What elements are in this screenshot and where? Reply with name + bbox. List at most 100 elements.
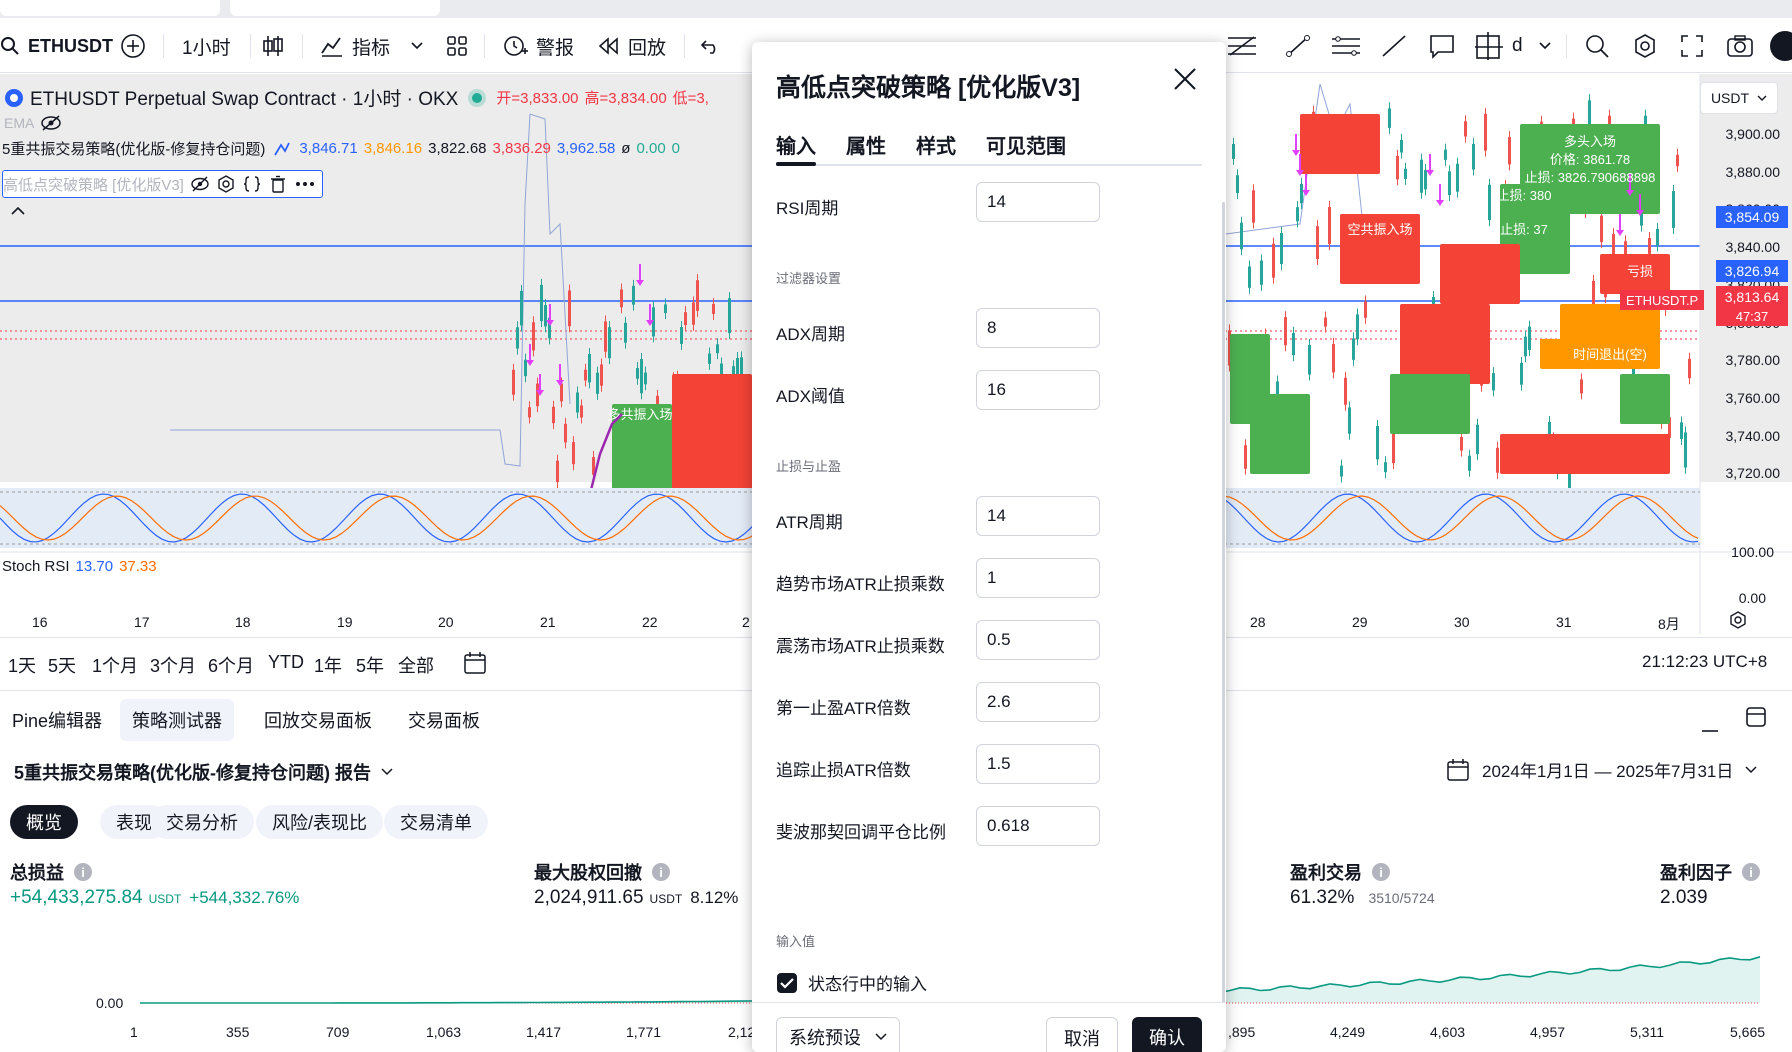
tab-inputs[interactable]: 输入	[776, 130, 816, 159]
templates-dropdown[interactable]	[410, 20, 424, 72]
field-input[interactable]: 0.618	[976, 806, 1100, 846]
rewind-icon	[598, 37, 618, 55]
trend-line-icon	[1286, 35, 1310, 57]
panel-tab-1[interactable]: 策略测试器	[120, 699, 234, 741]
field-input[interactable]: 1.5	[976, 744, 1100, 784]
price-badge: 3,813.64	[1716, 286, 1788, 308]
equity-x-tick: 355	[226, 1024, 250, 1040]
field-input[interactable]: 14	[976, 496, 1100, 536]
range-0[interactable]: 1天	[8, 652, 36, 678]
maximize-icon[interactable]	[1744, 705, 1768, 729]
indicator-name: 高低点突破策略 [优化版V3]	[3, 176, 184, 194]
tab-properties[interactable]: 属性	[846, 130, 886, 159]
field-input[interactable]: 8	[976, 308, 1100, 348]
eye-hidden-icon[interactable]	[40, 114, 62, 132]
preset-dropdown[interactable]: 系统预设	[776, 1017, 900, 1052]
report-title[interactable]: 5重共振交易策略(优化版-修复持仓问题) 报告	[14, 759, 393, 785]
range-7[interactable]: 5年	[356, 652, 384, 678]
field-input[interactable]: 0.5	[976, 620, 1100, 660]
equity-x-tick: 1,771	[626, 1024, 662, 1040]
interval-button[interactable]: 1小时	[182, 20, 231, 72]
range-4[interactable]: 6个月	[208, 652, 254, 678]
tab-style[interactable]: 样式	[916, 130, 956, 159]
more-icon[interactable]	[294, 174, 316, 194]
browser-tab[interactable]	[0, 0, 220, 16]
date-range-picker[interactable]: 2024年1月1日 — 2025年7月31日	[1446, 757, 1757, 782]
alarm-clock-icon	[504, 36, 528, 56]
range-3[interactable]: 3个月	[150, 652, 196, 678]
alert-label: 警报	[536, 37, 575, 59]
indicators-button[interactable]: 指标	[320, 20, 390, 72]
ray-tool[interactable]	[1380, 20, 1408, 72]
ok-button[interactable]: 确认	[1132, 1017, 1202, 1052]
settings-icon[interactable]	[216, 174, 236, 194]
info-icon[interactable]: i	[1372, 863, 1390, 881]
status-line-inputs-checkbox[interactable]: 状态行中的输入	[776, 970, 927, 995]
fullscreen-button[interactable]	[1680, 20, 1704, 72]
field-input[interactable]: 14	[976, 182, 1100, 222]
chip-0[interactable]: 概览	[10, 805, 78, 839]
panel-tab-3[interactable]: 交易面板	[396, 699, 492, 741]
trendline-tool[interactable]	[1284, 20, 1312, 72]
range-2[interactable]: 1个月	[92, 652, 138, 678]
stat-number: 2.039	[1660, 887, 1708, 908]
tab-visibility[interactable]: 可见范围	[986, 130, 1066, 159]
eye-hidden-icon[interactable]	[190, 175, 210, 193]
channel-tool[interactable]	[1330, 20, 1362, 72]
layouts-button[interactable]	[446, 20, 468, 72]
close-button[interactable]	[1168, 64, 1202, 98]
minimize-icon[interactable]	[1700, 715, 1720, 735]
chip-2[interactable]: 交易分析	[150, 805, 254, 839]
exchange-logo-icon	[5, 88, 23, 107]
chip-4[interactable]: 交易清单	[384, 805, 488, 839]
screenshot-button[interactable]	[1726, 20, 1754, 72]
go-to-date-icon[interactable]	[462, 650, 488, 676]
indicator-legend-selected[interactable]: 高低点突破策略 [优化版V3]	[2, 170, 323, 198]
field-input[interactable]: 1	[976, 558, 1100, 598]
measure-tool[interactable]: d	[1474, 20, 1523, 72]
field-input[interactable]: 2.6	[976, 682, 1100, 722]
stat-value-0: +54,433,275.84 USDT +544,332.76%	[10, 887, 299, 909]
info-icon[interactable]: i	[1742, 863, 1760, 881]
quick-search-button[interactable]	[1584, 20, 1610, 72]
compare-button[interactable]	[120, 20, 146, 72]
stoch-rsi-label: Stoch RSI	[2, 558, 70, 575]
symbol-search[interactable]: ETHUSDT	[0, 20, 113, 72]
collapse-legend-icon[interactable]	[10, 206, 26, 216]
time-tick: 28	[1250, 614, 1266, 630]
stoch-lower-tick: 0.00	[1738, 590, 1766, 606]
trash-icon[interactable]	[268, 174, 288, 194]
undo-button[interactable]	[700, 20, 722, 72]
range-5[interactable]: YTD	[268, 652, 304, 673]
field-label: 第一止盈ATR倍数	[776, 699, 911, 718]
field-input[interactable]: 16	[976, 370, 1100, 410]
range-1[interactable]: 5天	[48, 652, 76, 678]
cancel-button[interactable]: 取消	[1046, 1017, 1118, 1052]
info-icon[interactable]: i	[652, 863, 670, 881]
currency-selector[interactable]: USDT	[1700, 82, 1778, 114]
fib-icon[interactable]	[1226, 33, 1258, 59]
replay-button[interactable]: 回放	[598, 20, 666, 72]
chart-type-button[interactable]	[262, 20, 284, 72]
panel-tab-2[interactable]: 回放交易面板	[252, 699, 384, 741]
settings-button[interactable]	[1632, 20, 1658, 72]
utc-clock[interactable]: 21:12:23 UTC+8	[1642, 652, 1767, 672]
panel-tab-0[interactable]: Pine编辑器	[0, 699, 114, 741]
chip-3[interactable]: 风险/表现比	[256, 805, 384, 839]
info-icon[interactable]: i	[74, 863, 92, 881]
source-code-icon[interactable]	[242, 174, 262, 194]
browser-tab[interactable]	[230, 0, 440, 16]
note-tool[interactable]	[1428, 20, 1456, 72]
strategy-legend[interactable]: 5重共振交易策略(优化版-修复持仓问题) 3,846.71 3,846.16 3…	[2, 138, 680, 159]
range-6[interactable]: 1年	[314, 652, 342, 678]
tools-dropdown[interactable]	[1538, 20, 1552, 72]
dialog-scrollbar[interactable]	[1222, 202, 1225, 1032]
account-button[interactable]	[1770, 20, 1792, 72]
chart-settings-icon[interactable]	[1728, 610, 1748, 630]
stat-number: 61.32%	[1290, 887, 1355, 908]
time-tick: 21	[540, 614, 556, 630]
price-tick: 3,780.00	[1725, 352, 1781, 369]
range-8[interactable]: 全部	[398, 652, 434, 678]
alert-button[interactable]: 警报	[502, 20, 574, 72]
stat-title-text: 总损益	[10, 863, 64, 883]
